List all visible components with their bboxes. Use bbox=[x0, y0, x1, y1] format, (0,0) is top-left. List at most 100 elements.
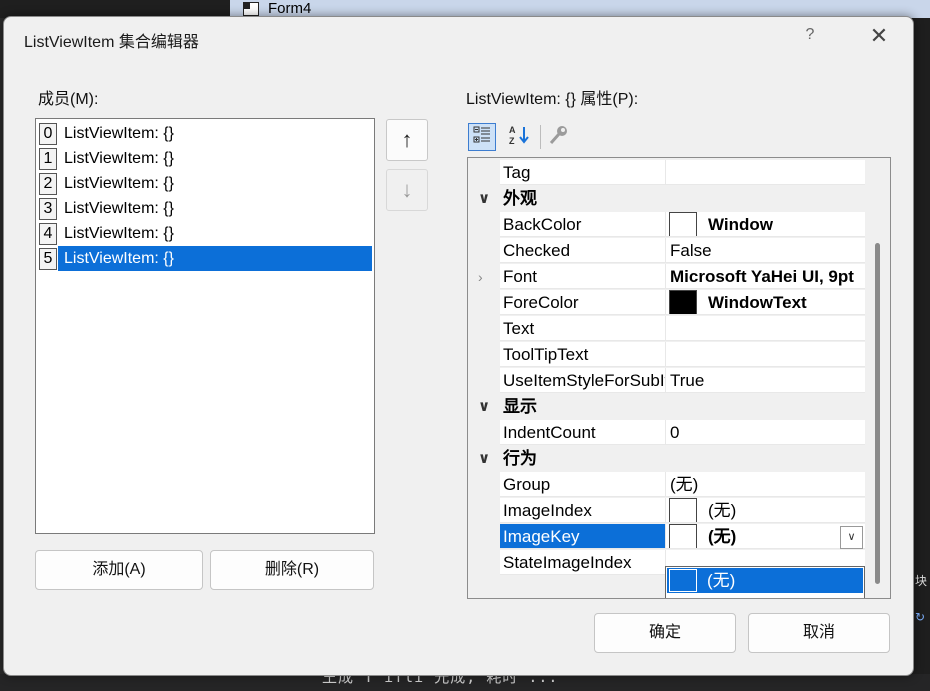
property-value[interactable] bbox=[666, 316, 865, 341]
item-index: 3 bbox=[39, 198, 57, 220]
form-designer-title: Form4 bbox=[268, 0, 312, 17]
property-value[interactable]: Microsoft YaHei UI, 9pt bbox=[666, 264, 865, 289]
property-row-text[interactable]: Text bbox=[468, 316, 865, 342]
item-index: 4 bbox=[39, 223, 57, 245]
category-display[interactable]: ∨ 显示 bbox=[468, 394, 865, 420]
category-behavior[interactable]: ∨ 行为 bbox=[468, 446, 865, 472]
property-value[interactable]: (无) bbox=[666, 524, 865, 549]
property-row-indentcount[interactable]: IndentCount 0 bbox=[468, 420, 865, 446]
property-row-imagekey[interactable]: ImageKey (无) ∨ bbox=[468, 524, 865, 550]
item-index: 0 bbox=[39, 123, 57, 145]
members-label: 成员(M): bbox=[38, 91, 99, 108]
arrow-up-icon: ↑ bbox=[401, 127, 413, 152]
add-button[interactable]: 添加(A) bbox=[35, 550, 203, 590]
toolbar-separator bbox=[540, 125, 541, 149]
chevron-right-icon[interactable]: › bbox=[478, 264, 483, 290]
item-index: 2 bbox=[39, 173, 57, 195]
property-pages-button[interactable] bbox=[546, 123, 572, 149]
property-row-imageindex[interactable]: ImageIndex (无) bbox=[468, 498, 865, 524]
list-item[interactable]: 0 ListViewItem: {} bbox=[36, 121, 374, 146]
property-value[interactable]: True bbox=[666, 368, 865, 393]
category-label: 行为 bbox=[503, 449, 537, 468]
chevron-down-icon[interactable]: ∨ bbox=[478, 446, 490, 472]
property-value[interactable]: False bbox=[666, 238, 865, 263]
pin-icon[interactable]: 块 bbox=[915, 572, 927, 589]
property-row-group[interactable]: Group (无) bbox=[468, 472, 865, 498]
collection-editor-dialog: ListViewItem 集合编辑器 ? ✕ 成员(M): ListViewIt… bbox=[3, 16, 914, 676]
categorized-icon bbox=[473, 126, 490, 143]
property-grid-scrollbar[interactable] bbox=[875, 243, 880, 584]
category-appearance[interactable]: ∨ 外观 bbox=[468, 186, 865, 212]
property-value[interactable]: Window bbox=[666, 212, 865, 237]
help-button[interactable]: ? bbox=[799, 26, 821, 44]
property-row-forecolor[interactable]: ForeColor WindowText bbox=[468, 290, 865, 316]
category-label: 外观 bbox=[503, 189, 537, 208]
list-item[interactable]: 1 ListViewItem: {} bbox=[36, 146, 374, 171]
image-swatch bbox=[669, 569, 697, 592]
property-name: ImageIndex bbox=[500, 498, 666, 523]
property-row-checked[interactable]: Checked False bbox=[468, 238, 865, 264]
property-name: Tag bbox=[500, 160, 666, 185]
close-button[interactable]: ✕ bbox=[866, 24, 892, 48]
categorized-button[interactable] bbox=[468, 123, 496, 151]
property-row-tag[interactable]: Tag bbox=[468, 160, 865, 186]
property-name: BackColor bbox=[500, 212, 666, 237]
color-name: WindowText bbox=[708, 293, 807, 312]
properties-label: ListViewItem: {} 属性(P): bbox=[466, 91, 639, 108]
category-label: 显示 bbox=[503, 397, 537, 416]
option-label: (无) bbox=[707, 571, 736, 590]
property-grid[interactable]: Tag ∨ 外观 BackColor Window Checked False … bbox=[467, 157, 891, 599]
list-item[interactable]: 2 ListViewItem: {} bbox=[36, 171, 374, 196]
chevron-down-icon[interactable]: ∨ bbox=[478, 394, 490, 420]
members-list[interactable]: 0 ListViewItem: {} 1 ListViewItem: {} 2 … bbox=[35, 118, 375, 534]
move-down-button[interactable]: ↓ bbox=[386, 169, 428, 211]
color-swatch bbox=[669, 290, 697, 314]
property-name: Checked bbox=[500, 238, 666, 263]
property-name: IndentCount bbox=[500, 420, 666, 445]
refresh-icon[interactable]: ↻ bbox=[915, 610, 925, 624]
item-text: ListViewItem: {} bbox=[64, 150, 174, 167]
property-value[interactable]: 0 bbox=[666, 420, 865, 445]
property-name: StateImageIndex bbox=[500, 550, 666, 575]
property-name: Text bbox=[500, 316, 666, 341]
item-index: 1 bbox=[39, 148, 57, 170]
ok-button[interactable]: 确定 bbox=[594, 613, 736, 653]
property-name: ToolTipText bbox=[500, 342, 666, 367]
item-text: ListViewItem: {} bbox=[64, 200, 174, 217]
move-up-button[interactable]: ↑ bbox=[386, 119, 428, 161]
remove-button[interactable]: 删除(R) bbox=[210, 550, 374, 590]
property-name: ImageKey bbox=[500, 524, 666, 549]
property-name: UseItemStyleForSubItems bbox=[500, 368, 666, 393]
property-value[interactable]: WindowText bbox=[666, 290, 865, 315]
item-text: ListViewItem: {} bbox=[64, 175, 174, 192]
item-index: 5 bbox=[39, 248, 57, 270]
chevron-down-icon[interactable]: ∨ bbox=[478, 186, 490, 212]
dropdown-option-selected[interactable]: (无) bbox=[667, 568, 863, 593]
svg-text:A: A bbox=[509, 125, 516, 135]
item-text: ListViewItem: {} bbox=[64, 225, 174, 242]
dropdown-button[interactable]: ∨ bbox=[840, 526, 863, 549]
image-value: (无) bbox=[708, 527, 737, 546]
property-name: ForeColor bbox=[500, 290, 666, 315]
property-value[interactable] bbox=[666, 342, 865, 367]
wrench-icon bbox=[549, 126, 567, 144]
imagekey-dropdown-list[interactable]: (无) bbox=[665, 566, 865, 598]
property-value[interactable] bbox=[666, 160, 865, 185]
property-row-tooltiptext[interactable]: ToolTipText bbox=[468, 342, 865, 368]
property-name: Group bbox=[500, 472, 666, 497]
dialog-title: ListViewItem 集合编辑器 bbox=[24, 34, 199, 51]
svg-text:Z: Z bbox=[509, 136, 515, 146]
list-item[interactable]: 3 ListViewItem: {} bbox=[36, 196, 374, 221]
list-item[interactable]: 4 ListViewItem: {} bbox=[36, 221, 374, 246]
property-value[interactable]: (无) bbox=[666, 498, 865, 523]
cancel-button[interactable]: 取消 bbox=[748, 613, 890, 653]
image-swatch bbox=[669, 498, 697, 522]
property-name: Font bbox=[500, 264, 666, 289]
list-item-selected[interactable]: 5 ListViewItem: {} bbox=[36, 246, 374, 271]
item-text: ListViewItem: {} bbox=[58, 246, 372, 271]
alphabetical-button[interactable]: A Z bbox=[506, 123, 532, 149]
property-value[interactable]: (无) bbox=[666, 472, 865, 497]
property-row-font[interactable]: › Font Microsoft YaHei UI, 9pt bbox=[468, 264, 865, 290]
property-row-backcolor[interactable]: BackColor Window bbox=[468, 212, 865, 238]
property-row-useitemstyle[interactable]: UseItemStyleForSubItems True bbox=[468, 368, 865, 394]
